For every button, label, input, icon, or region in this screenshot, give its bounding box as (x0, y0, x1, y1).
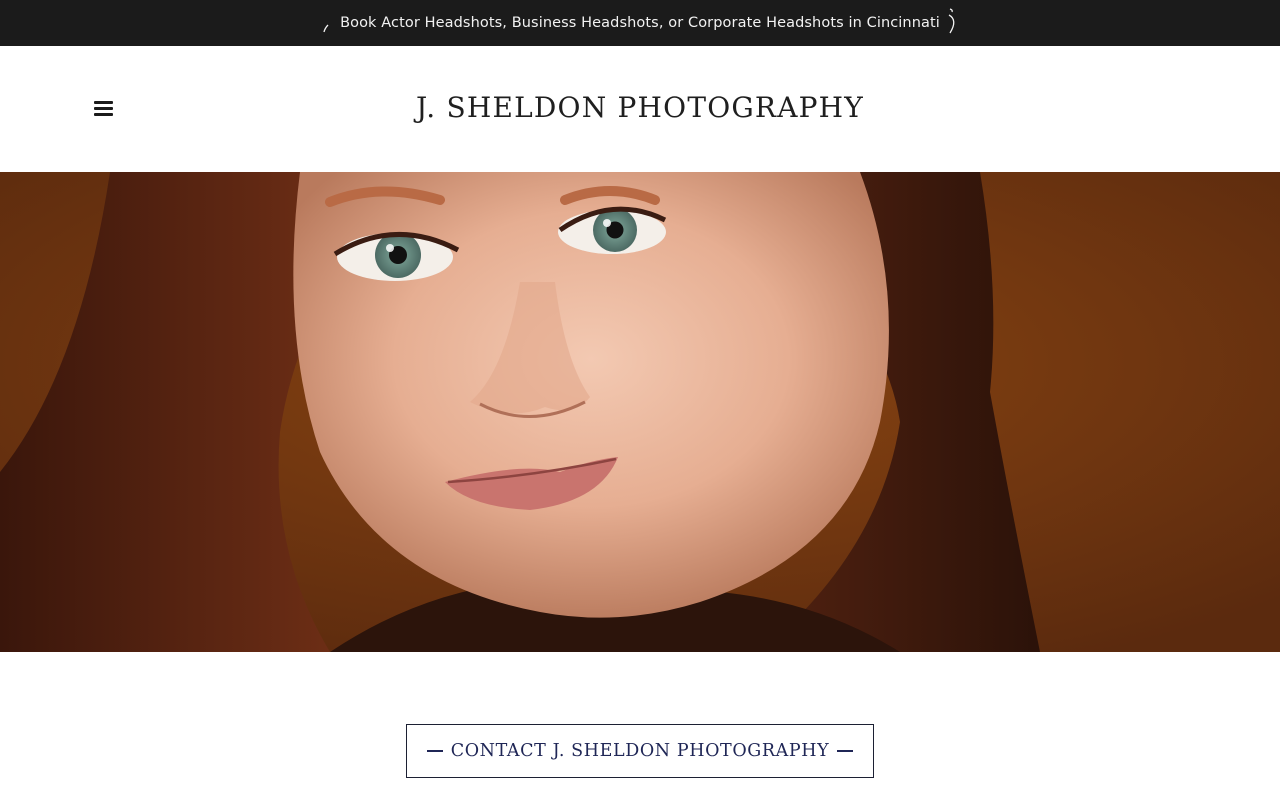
announcement-text[interactable]: Book Actor Headshots, Business Headshots… (336, 15, 944, 31)
left-flourish-icon (323, 24, 329, 33)
contact-button[interactable]: CONTACT J. SHELDON PHOTOGRAPHY (406, 724, 874, 778)
contact-section: CONTACT J. SHELDON PHOTOGRAPHY (0, 724, 1280, 778)
site-header: J. SHELDON PHOTOGRAPHY (0, 46, 1280, 172)
right-dash-icon (837, 750, 854, 752)
hero-image (0, 172, 1280, 652)
announcement-bar: Book Actor Headshots, Business Headshots… (0, 0, 1280, 46)
site-title[interactable]: J. SHELDON PHOTOGRAPHY (0, 90, 1280, 126)
right-flourish-icon (948, 8, 955, 34)
left-dash-icon (426, 750, 443, 752)
announcement-content[interactable]: Book Actor Headshots, Business Headshots… (320, 8, 960, 38)
portrait-illustration (0, 172, 1280, 652)
contact-button-label: CONTACT J. SHELDON PHOTOGRAPHY (450, 741, 830, 761)
